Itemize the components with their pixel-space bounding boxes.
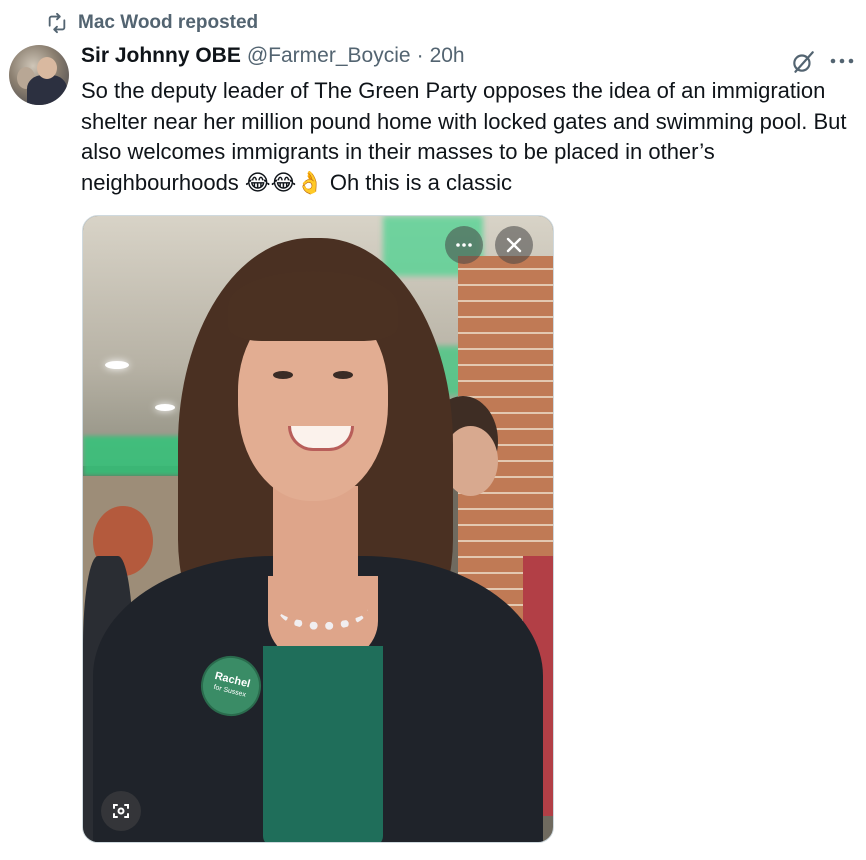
avatar[interactable] — [9, 45, 69, 105]
more-icon — [456, 243, 472, 247]
tweet-text: So the deputy leader of The Green Party … — [81, 78, 847, 195]
separator-dot: · — [416, 44, 424, 67]
visual-search-button[interactable] — [101, 791, 141, 831]
photo-scene: Rachel for Sussex — [83, 216, 553, 842]
visual-search-icon — [113, 804, 129, 818]
grok-icon[interactable] — [790, 49, 816, 75]
tweet-timestamp[interactable]: 20h — [430, 44, 465, 68]
media-more-button[interactable] — [445, 226, 483, 264]
tweet-photo[interactable]: Rachel for Sussex — [82, 215, 554, 843]
tweet-header: Sir Johnny OBE @Farmer_Boycie · 20h — [81, 44, 465, 68]
media-close-button[interactable] — [495, 226, 533, 264]
repost-indicator[interactable]: Mac Wood reposted — [46, 12, 258, 34]
more-icon[interactable] — [827, 50, 857, 72]
author-handle[interactable]: @Farmer_Boycie — [247, 44, 411, 68]
close-icon — [506, 237, 522, 253]
repost-label[interactable]: Mac Wood reposted — [78, 12, 258, 34]
repost-icon — [48, 12, 66, 34]
author-name[interactable]: Sir Johnny OBE — [81, 44, 241, 68]
